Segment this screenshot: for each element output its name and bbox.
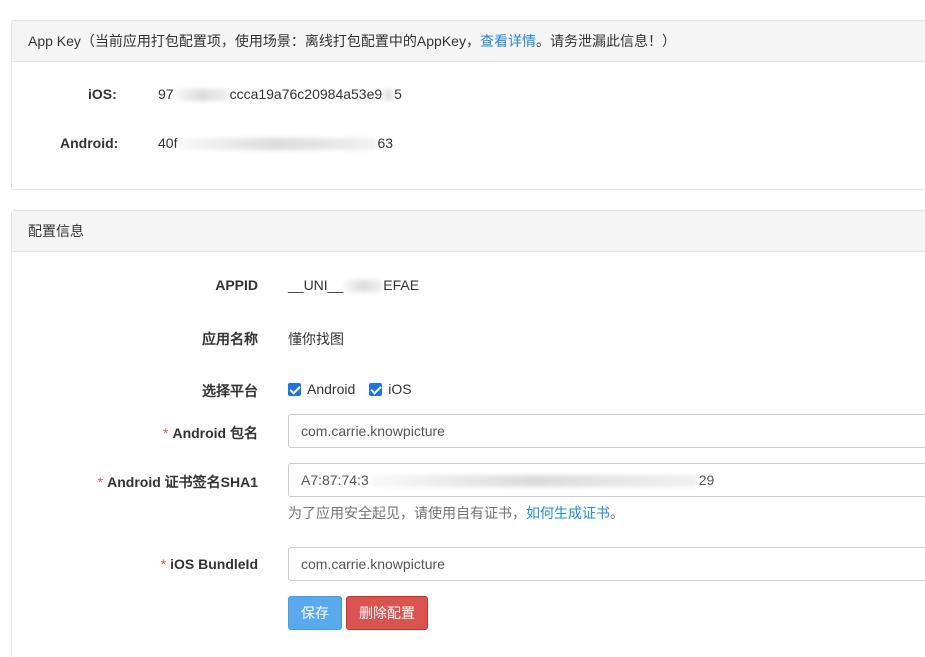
android-package-label-text: Android 包名 <box>172 425 258 441</box>
redacted-mask <box>368 475 699 488</box>
appkey-panel: App Key（当前应用打包配置项，使用场景：离线打包配置中的AppKey，查看… <box>11 20 925 190</box>
config-panel-header: 配置信息 <box>12 211 925 252</box>
generate-certificate-link[interactable]: 如何生成证书 <box>526 505 610 521</box>
app-name-label: 应用名称 <box>202 331 258 347</box>
delete-config-button[interactable]: 删除配置 <box>346 596 428 630</box>
android-sha1-input[interactable]: A7:87:74:3 29 <box>288 463 925 497</box>
ios-appkey-value-mid: ccca19a76c20984a53e9 <box>229 86 383 102</box>
appid-value-end: EFAE <box>383 277 420 293</box>
ios-bundleid-label-text: iOS BundleId <box>170 556 258 572</box>
platform-label: 选择平台 <box>202 383 258 399</box>
appkey-panel-header: App Key（当前应用打包配置项，使用场景：离线打包配置中的AppKey，查看… <box>12 21 925 62</box>
redacted-mask <box>173 89 230 102</box>
required-mark: * <box>97 474 104 490</box>
ios-bundleid-input[interactable]: com.carrie.knowpicture <box>288 547 925 581</box>
android-sha1-label: * Android 证书签名SHA1 <box>40 472 258 492</box>
android-appkey-value: 40f 63 <box>158 135 393 151</box>
android-sha1-value-end: 29 <box>698 472 715 488</box>
platform-options: Android iOS <box>288 381 412 397</box>
app-name-value: 懂你找图 <box>288 331 344 347</box>
redacted-mask <box>343 280 384 293</box>
android-appkey-value-start: 40f <box>158 135 178 151</box>
android-appkey-value-end: 63 <box>377 135 394 151</box>
certificate-hint: 为了应用安全起见，请使用自有证书，如何生成证书。 <box>288 503 624 523</box>
certificate-hint-end: 。 <box>610 505 624 521</box>
android-sha1-value-start: A7:87:74:3 <box>301 472 369 488</box>
ios-checkbox[interactable] <box>369 383 383 396</box>
ios-checkbox-label[interactable]: iOS <box>388 381 411 397</box>
ios-bundleid-label: * iOS BundleId <box>40 556 258 572</box>
appid-value: __UNI__ EFAE <box>288 277 419 293</box>
appid-value-start: __UNI__ <box>288 277 344 293</box>
ios-appkey-value: 97 ccca19a76c20984a53e9 5 <box>158 86 402 102</box>
android-sha1-label-text: Android 证书签名SHA1 <box>107 474 258 490</box>
appkey-header-warning: 。请务泄漏此信息！） <box>535 33 676 49</box>
ios-appkey-label: iOS: <box>88 86 117 102</box>
android-checkbox[interactable] <box>288 383 301 396</box>
save-button[interactable]: 保存 <box>288 596 342 630</box>
android-package-input[interactable]: com.carrie.knowpicture <box>288 414 925 448</box>
certificate-hint-text: 为了应用安全起见，请使用自有证书， <box>288 505 526 521</box>
android-appkey-label: Android: <box>60 135 119 151</box>
appid-label: APPID <box>215 277 258 293</box>
appkey-header-text: App Key（当前应用打包配置项，使用场景：离线打包配置中的AppKey， <box>28 33 480 49</box>
required-mark: * <box>163 425 169 441</box>
ios-appkey-value-end: 5 <box>394 86 402 102</box>
redacted-mask <box>382 89 395 102</box>
android-checkbox-label[interactable]: Android <box>307 381 355 397</box>
android-package-label: * Android 包名 <box>40 423 258 443</box>
required-mark: * <box>160 556 167 572</box>
ios-appkey-value-start: 97 <box>158 86 174 102</box>
redacted-mask <box>177 138 378 151</box>
view-details-link[interactable]: 查看详情 <box>480 33 536 49</box>
